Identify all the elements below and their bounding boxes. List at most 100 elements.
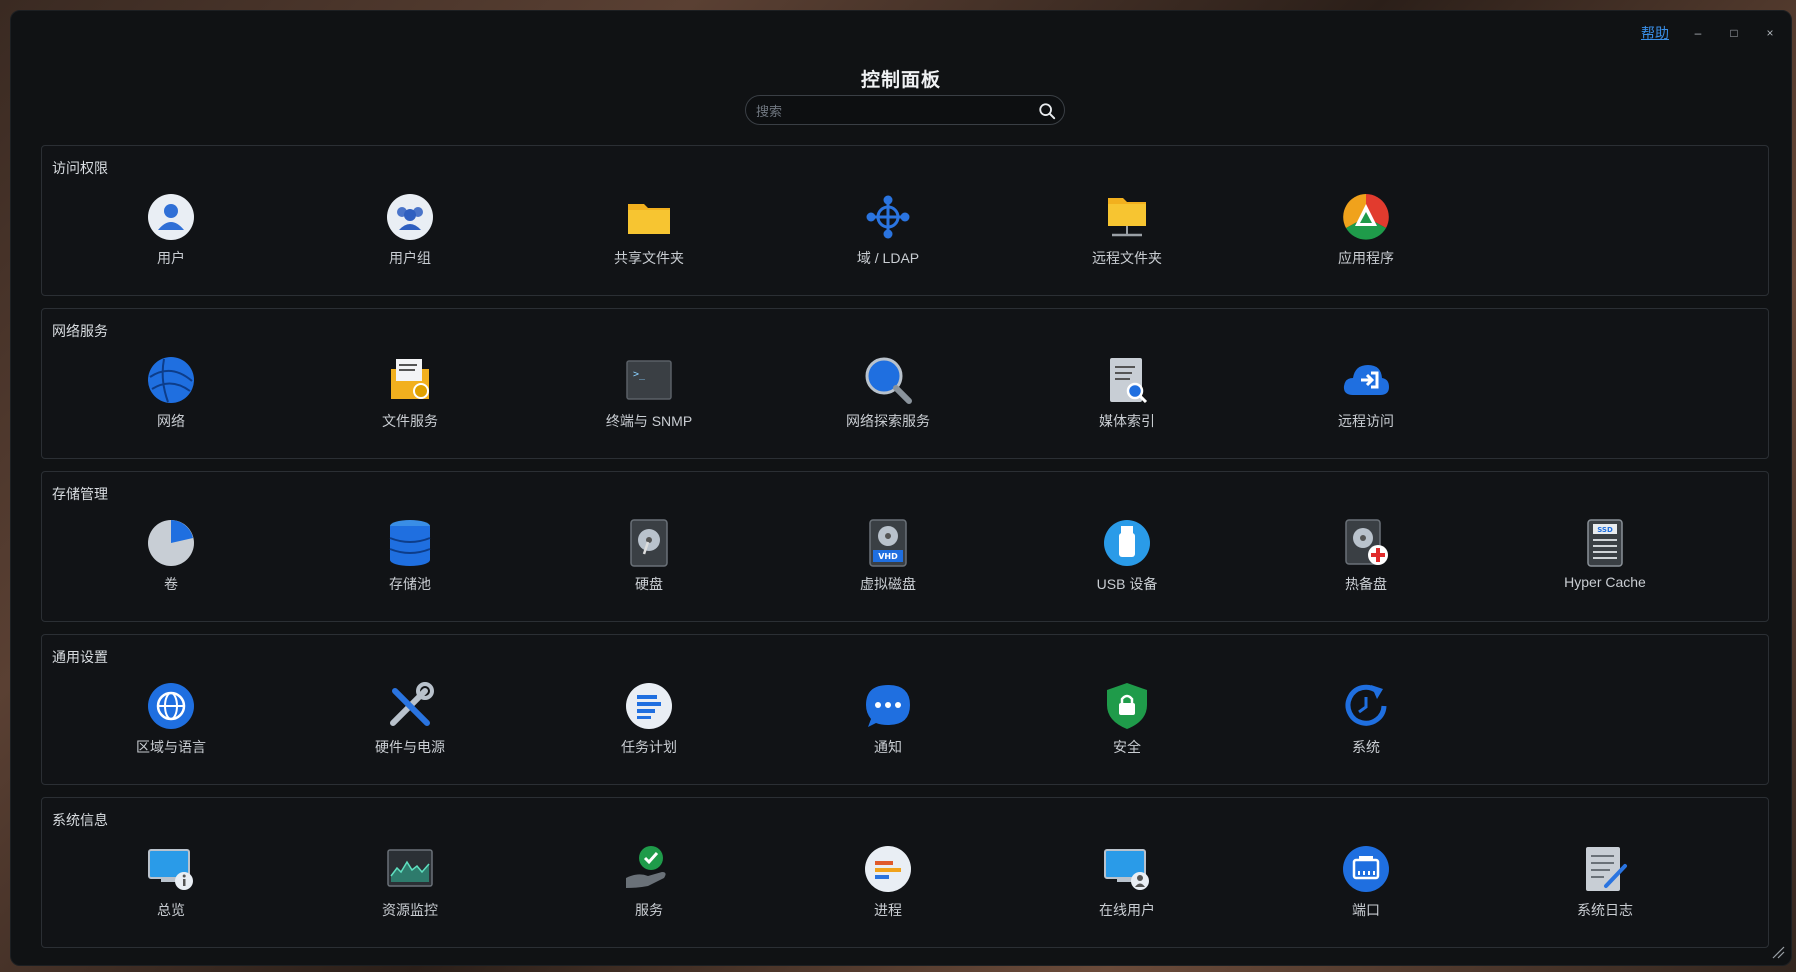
section-title: 通用设置 [52,649,108,665]
hard-disk-icon [630,519,668,567]
svg-text:SSD: SSD [1597,526,1613,534]
item-remote-access[interactable]: 远程访问 [1276,355,1456,437]
section-storage: 存储管理 卷 存储池 硬盘 VHD 虚拟磁盘 USB 设备 热备盘 SSD Hy… [41,471,1769,622]
control-panel-window: 帮助 – □ × 控制面板 访问权限 用户 用户组 [10,10,1792,966]
item-label: 媒体索引 [1099,413,1155,429]
item-network[interactable]: 网络 [81,355,261,437]
item-label: USB 设备 [1096,576,1158,592]
title-bar-controls: 帮助 – □ × [1641,23,1777,43]
task-list-icon [626,683,672,729]
file-services-icon [391,359,429,399]
terminal-icon: >_ [626,360,672,400]
item-overview[interactable]: 总览 [81,844,261,926]
item-shared-folder[interactable]: 共享文件夹 [559,192,739,274]
usb-icon [1104,520,1150,566]
item-label: 网络 [157,413,185,429]
process-list-icon [865,846,911,892]
item-label: 远程访问 [1338,413,1394,429]
item-label: 通知 [874,739,902,755]
log-document-icon [1586,847,1627,891]
chat-bubble-icon [866,685,910,727]
item-usb-device[interactable]: USB 设备 [1037,518,1217,600]
item-label: 卷 [164,576,178,592]
item-label: 区域与语言 [136,739,206,755]
item-terminal-snmp[interactable]: >_ 终端与 SNMP [559,355,739,437]
database-icon [389,520,431,566]
item-services[interactable]: 服务 [559,844,739,926]
hot-spare-disk-icon [1345,519,1388,565]
port-icon [1343,846,1389,892]
item-label: 总览 [157,902,185,918]
item-security[interactable]: 安全 [1037,681,1217,763]
svg-text:>_: >_ [633,369,646,380]
close-button[interactable]: × [1763,26,1777,40]
item-network-discovery[interactable]: 网络探索服务 [798,355,978,437]
item-ports[interactable]: 端口 [1276,844,1456,926]
help-link[interactable]: 帮助 [1641,23,1669,43]
item-label: 硬件与电源 [375,739,445,755]
item-online-users[interactable]: 在线用户 [1037,844,1217,926]
shield-lock-icon [1107,683,1147,729]
monitor-user-icon [1104,849,1149,890]
item-region-language[interactable]: 区域与语言 [81,681,261,763]
section-system-info: 系统信息 总览 资源监控 服务 进程 在线用户 端口 系统日志 [41,797,1769,948]
resize-grip-icon[interactable] [1771,945,1785,959]
maximize-button[interactable]: □ [1727,26,1741,40]
item-label: 端口 [1352,902,1380,918]
minimize-button[interactable]: – [1691,26,1705,40]
item-applications[interactable]: 应用程序 [1276,192,1456,274]
section-network: 网络服务 网络 文件服务 >_ 终端与 SNMP 网络探索服务 媒体索引 远程访… [41,308,1769,459]
item-label: 用户 [157,250,185,266]
item-volume[interactable]: 卷 [81,518,261,600]
item-label: 在线用户 [1099,902,1155,918]
item-label: 域 / LDAP [856,250,920,266]
page-title: 控制面板 [860,70,941,91]
search-icon[interactable] [1038,102,1056,120]
service-check-icon [626,846,666,888]
network-globe-icon [148,357,194,403]
section-title: 访问权限 [52,160,108,176]
item-system[interactable]: 系统 [1276,681,1456,763]
item-label: 虚拟磁盘 [860,576,916,592]
item-user[interactable]: 用户 [81,192,261,274]
item-remote-folder[interactable]: 远程文件夹 [1037,192,1217,274]
item-storage-pool[interactable]: 存储池 [320,518,500,600]
item-label: 系统 [1352,739,1380,755]
section-title: 网络服务 [52,323,108,339]
user-icon [148,194,194,240]
monitor-chart-icon [387,849,433,887]
search-box [745,95,1065,126]
item-system-log[interactable]: 系统日志 [1515,844,1695,926]
item-domain-ldap[interactable]: 域 / LDAP [798,192,978,274]
item-media-index[interactable]: 媒体索引 [1037,355,1217,437]
item-resource-monitor[interactable]: 资源监控 [320,844,500,926]
item-hyper-cache[interactable]: SSD Hyper Cache [1515,518,1695,600]
item-label: 网络探索服务 [846,413,930,429]
item-hardware-power[interactable]: 硬件与电源 [320,681,500,763]
media-index-icon [1110,358,1148,404]
item-label: 远程文件夹 [1092,250,1162,266]
item-label: 资源监控 [382,902,438,918]
item-label: 热备盘 [1345,576,1387,592]
item-hot-spare[interactable]: 热备盘 [1276,518,1456,600]
item-hard-disk[interactable]: 硬盘 [559,518,739,600]
pie-chart-icon [148,520,194,566]
item-label: 服务 [635,902,663,918]
globe-icon [148,683,194,729]
item-label: 硬盘 [635,576,663,592]
item-task-scheduler[interactable]: 任务计划 [559,681,739,763]
item-label: 应用程序 [1338,250,1394,266]
item-label: 用户组 [389,250,431,266]
item-user-group[interactable]: 用户组 [320,192,500,274]
search-input[interactable] [754,96,1038,126]
item-label: 任务计划 [621,739,677,755]
folder-icon [628,204,670,234]
network-nodes-icon [866,195,910,239]
item-processes[interactable]: 进程 [798,844,978,926]
item-notification[interactable]: 通知 [798,681,978,763]
item-label: 进程 [874,902,902,918]
item-label: 终端与 SNMP [605,413,693,429]
cloud-login-icon [1343,365,1389,395]
item-virtual-disk[interactable]: VHD 虚拟磁盘 [798,518,978,600]
item-file-services[interactable]: 文件服务 [320,355,500,437]
